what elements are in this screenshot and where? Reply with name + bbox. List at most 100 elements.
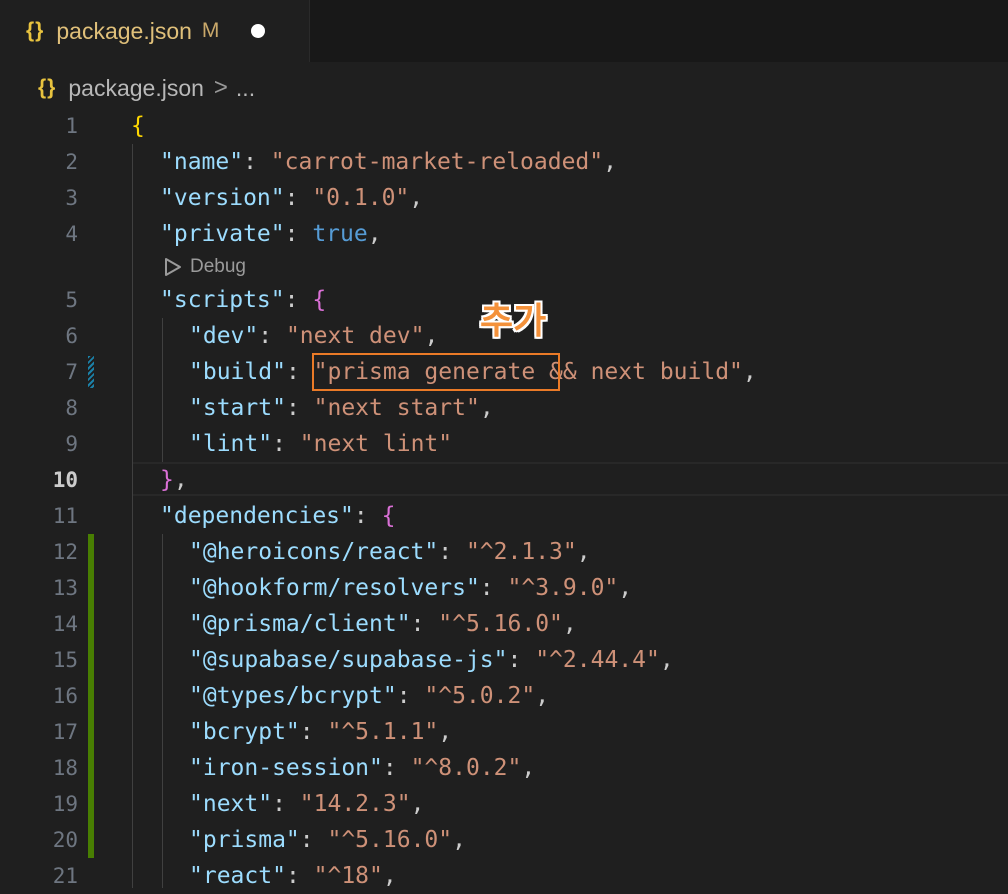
code-content: }, [160,462,188,498]
code-token: "private" [160,221,285,247]
code-content: "@supabase/supabase-js": "^2.44.4", [189,642,674,678]
code-token: "^8.0.2" [410,755,522,781]
code-line[interactable]: 11 "dependencies": { [0,498,1008,534]
code-token: : [284,221,313,247]
line-number: 4 [65,222,78,246]
code-token: , [742,359,757,385]
code-token: : [285,863,314,889]
code-content: "@hookform/resolvers": "^3.9.0", [189,570,632,606]
code-token: , [479,395,494,421]
code-token: "start" [189,395,286,421]
tab-bar: {} package.json M [0,0,1008,62]
code-token: "^5.1.1" [327,719,439,745]
json-file-icon: {} [26,19,45,42]
code-token: } [160,467,174,493]
code-token: : [438,539,466,565]
code-content: "private": true, [160,216,382,252]
code-content: "prisma": "^5.16.0", [189,822,466,858]
code-token: : [507,647,536,673]
code-content: "@heroicons/react": "^2.1.3", [189,534,591,570]
tab-modified-status: M [201,19,220,42]
code-line[interactable]: 21 "react": "^18", [0,858,1008,894]
annotation-label: 추가 [480,301,547,342]
code-token: , [521,755,536,781]
line-number: 2 [65,150,78,174]
code-line[interactable]: 1{ [0,108,1008,144]
code-token: "^2.44.4" [535,647,660,673]
code-token: : [243,149,271,175]
code-line[interactable]: 10}, [0,462,1008,498]
code-content: "@types/bcrypt": "^5.0.2", [189,678,549,714]
line-number: 13 [52,576,78,600]
code-content: "bcrypt": "^5.1.1", [189,714,452,750]
code-token: , [438,719,453,745]
code-token: "scripts" [160,287,285,313]
code-token: , [535,683,550,709]
line-number: 14 [52,612,78,636]
line-number: 18 [52,756,78,780]
code-content: "next": "14.2.3", [189,786,424,822]
code-token: : [284,287,313,313]
line-number: 15 [52,648,78,672]
code-token: "^18" [313,863,383,889]
line-number: 17 [52,720,78,744]
code-line[interactable]: 2 "name": "carrot-market-reloaded", [0,144,1008,180]
code-token: "name" [160,149,244,175]
code-line[interactable]: 12 "@heroicons/react": "^2.1.3", [0,534,1008,570]
breadcrumb-more[interactable]: ... [236,75,255,102]
code-token: : [284,185,313,211]
debug-codelens[interactable]: Debug [164,253,246,281]
code-token: : [285,395,314,421]
code-token: "version" [160,185,285,211]
code-token: { [312,287,327,313]
line-number: 6 [65,324,78,348]
code-content: "lint": "next lint" [189,426,452,462]
code-token: "build" [189,359,286,385]
code-token: , [382,863,397,889]
unsaved-dot-icon[interactable] [251,24,266,38]
code-line[interactable]: 16 "@types/bcrypt": "^5.0.2", [0,678,1008,714]
code-token: : [382,755,411,781]
code-line[interactable]: 3 "version": "0.1.0", [0,180,1008,216]
code-content: "scripts": { [160,282,326,318]
breadcrumb-file[interactable]: package.json [68,75,204,102]
code-line[interactable]: 15 "@supabase/supabase-js": "^2.44.4", [0,642,1008,678]
code-token: , [367,221,382,247]
code-line[interactable]: 13 "@hookform/resolvers": "^3.9.0", [0,570,1008,606]
code-line[interactable]: 9 "lint": "next lint" [0,426,1008,462]
code-token: : [396,683,425,709]
line-number: 9 [65,432,78,456]
code-token: , [576,539,591,565]
code-token: "^5.16.0" [327,827,453,853]
breadcrumb: {} package.json > ... [38,72,255,104]
code-line[interactable]: 18 "iron-session": "^8.0.2", [0,750,1008,786]
line-number: 12 [52,540,78,564]
annotation-highlight-box [312,353,560,391]
code-line[interactable]: 14 "@prisma/client": "^5.16.0", [0,606,1008,642]
code-token: : [479,575,508,601]
codelens-label: Debug [190,256,246,277]
line-number: 5 [65,288,78,312]
code-token: "@supabase/supabase-js" [189,647,508,673]
code-line[interactable]: 4 "private": true, [0,216,1008,252]
code-token: "next lint" [299,431,453,457]
code-content: "start": "next start", [189,390,494,426]
tab-package-json[interactable]: {} package.json M [0,0,310,62]
code-token: : [285,359,314,385]
code-token: { [131,113,145,139]
code-token: "@prisma/client" [189,611,411,637]
code-token: "^5.16.0" [438,611,563,637]
code-token: : [299,827,328,853]
code-line[interactable]: 8 "start": "next start", [0,390,1008,426]
code-line[interactable]: 17 "bcrypt": "^5.1.1", [0,714,1008,750]
code-content: "react": "^18", [189,858,397,894]
chevron-right-icon: > [213,74,228,101]
code-token: "dev" [189,323,259,349]
code-token: "next start" [313,395,480,421]
code-token: , [424,323,439,349]
line-number: 19 [52,792,78,816]
code-line[interactable]: 19 "next": "14.2.3", [0,786,1008,822]
code-line[interactable]: 20 "prisma": "^5.16.0", [0,822,1008,858]
code-token: "bcrypt" [189,719,300,745]
code-token: true [312,221,368,247]
